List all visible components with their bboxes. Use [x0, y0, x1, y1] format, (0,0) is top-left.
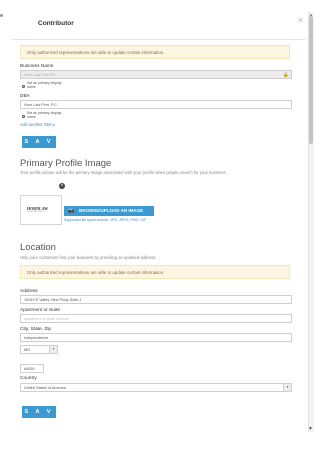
save-button[interactable]: S A V: [22, 136, 56, 148]
apartment-placeholder: Apartment or suite number: [24, 317, 69, 321]
modal-title: Contributor: [38, 20, 74, 27]
address-label: Address: [20, 289, 38, 294]
add-dba-link[interactable]: Add another DBA ▸: [20, 122, 56, 127]
upload-image-button[interactable]: 📷 BROWSE/UPLOAD AN IMAGE: [64, 206, 154, 216]
authorized-notice: Only authorized representations are able…: [20, 45, 290, 59]
business-name-field: Horn Law Firm PC 🔒: [20, 70, 292, 79]
dba-field[interactable]: Horn Law Firm, P.C.: [20, 100, 292, 109]
scroll-down-icon[interactable]: ▼: [308, 426, 313, 432]
scrollbar-thumb[interactable]: [309, 16, 313, 144]
location-authorized-notice: Only authorized representations are able…: [20, 265, 290, 279]
dba-primary-label: Set as primary display name: [27, 111, 62, 120]
address-value: 10049 E Valley View Pkwy Suite J: [24, 298, 82, 302]
page-marker: [0, 14, 3, 17]
state-select[interactable]: MO ▾: [20, 345, 58, 354]
chevron-down-icon: ▾: [283, 384, 291, 391]
dba-value: Horn Law Firm, P.C.: [24, 103, 58, 107]
upload-image-label: BROWSE/UPLOAD AN IMAGE: [79, 208, 144, 213]
zip-field[interactable]: 64055: [20, 364, 44, 373]
business-primary-label: Set as primary display name: [27, 81, 62, 90]
country-value: United States of America: [24, 386, 66, 390]
apartment-field[interactable]: Apartment or suite number: [20, 314, 292, 323]
radio-icon[interactable]: [22, 85, 25, 88]
address-field[interactable]: 10049 E Valley View Pkwy Suite J: [20, 295, 292, 304]
chevron-down-icon: ▾: [49, 346, 57, 353]
remove-image-icon[interactable]: ×: [59, 183, 65, 189]
city-field[interactable]: Independence: [20, 333, 292, 342]
business-name-label: Business Name: [20, 64, 54, 69]
country-select[interactable]: United States of America ▾: [20, 383, 292, 392]
radio-icon[interactable]: [22, 115, 25, 118]
close-icon[interactable]: ✕: [297, 16, 304, 25]
location-heading: Location: [20, 242, 56, 253]
dba-label: DBA: [20, 94, 30, 99]
upload-hint: Supported file types include: JPG, JPEG,…: [64, 218, 147, 222]
camera-icon: 📷: [68, 208, 75, 214]
business-name-value: Horn Law Firm PC: [24, 73, 56, 77]
apartment-label: Apartment or Suite: [20, 308, 60, 313]
profile-image-preview: HORNLAW HORN LAW FIRM, P.C.: [20, 195, 62, 225]
city-state-zip-label: City, State, Zip: [20, 327, 52, 332]
modal-header: Contributor ✕: [12, 12, 306, 40]
country-label: Country: [20, 376, 37, 381]
save-location-button[interactable]: S A V: [22, 406, 56, 418]
profile-image-heading: Primary Profile Image: [20, 158, 112, 169]
state-value: MO: [24, 348, 31, 352]
logo-tagline: HORN LAW FIRM, P.C.: [27, 211, 46, 213]
profile-edit-page: Contributor ✕ ...contact information is …: [0, 0, 320, 453]
city-value: Independence: [24, 336, 49, 340]
lock-icon: 🔒: [283, 72, 289, 77]
location-subtitle: Help your customers find your business b…: [20, 255, 157, 260]
zip-value: 64055: [24, 367, 35, 371]
scroll-up-icon[interactable]: ▲: [309, 12, 313, 17]
profile-image-subtitle: Your profile picture will be the primary…: [20, 170, 227, 175]
